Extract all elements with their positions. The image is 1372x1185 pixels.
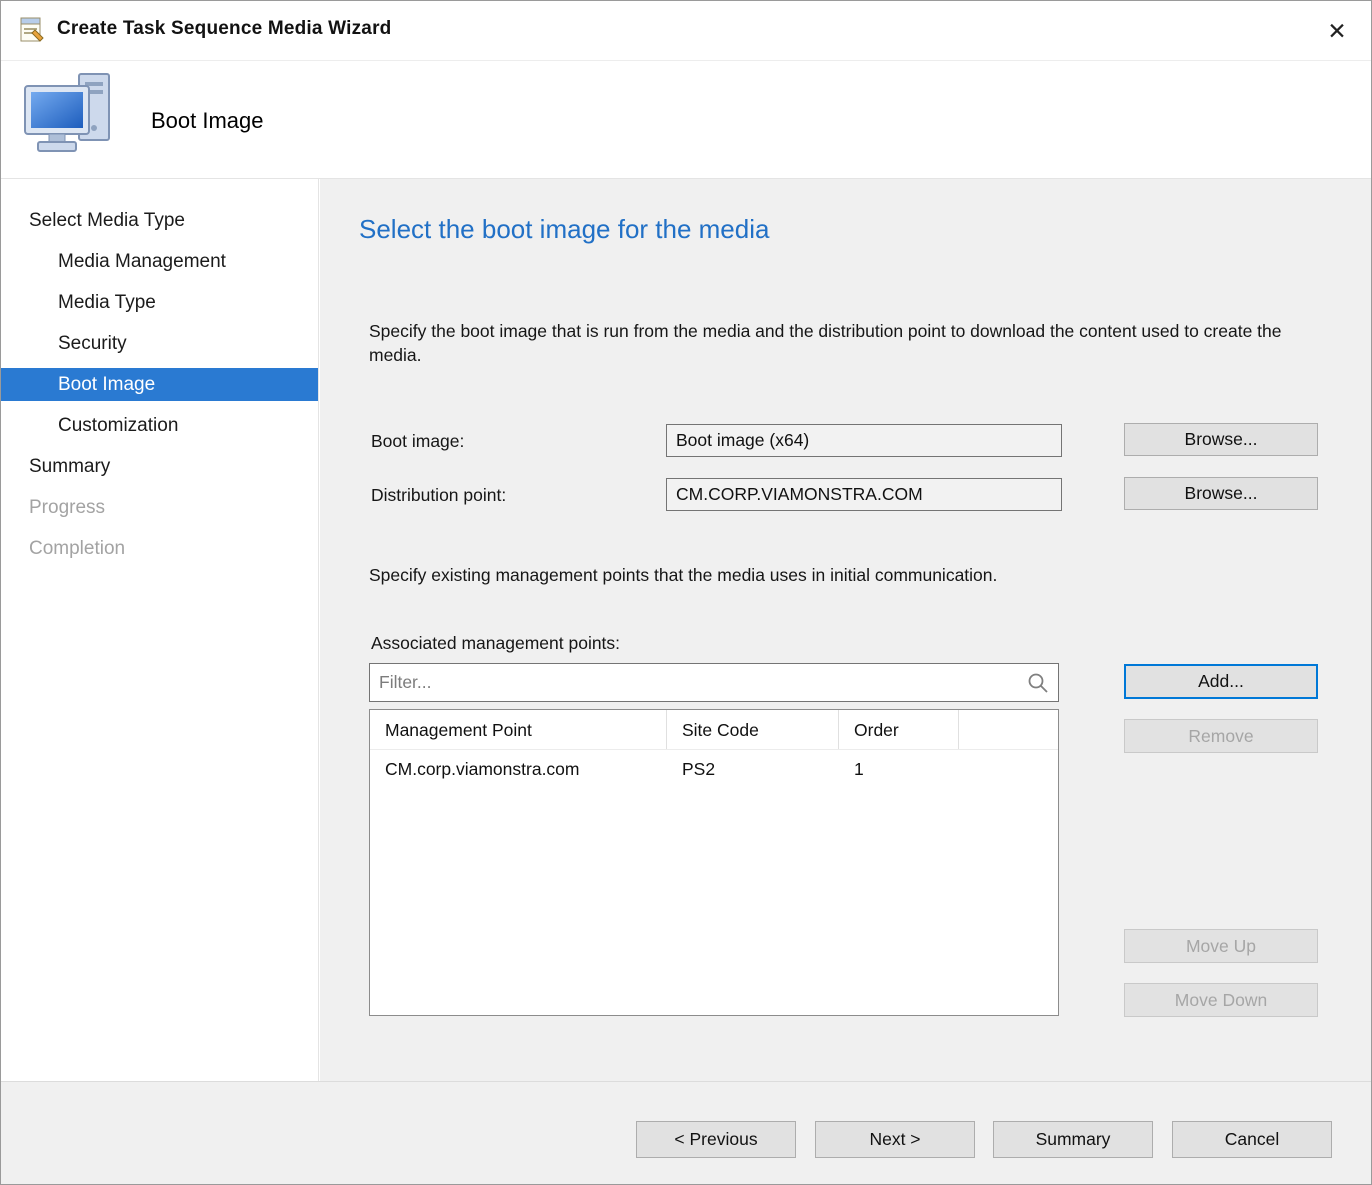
summary-button[interactable]: Summary (993, 1121, 1153, 1158)
nav-summary[interactable]: Summary (1, 446, 318, 487)
column-header-filler (959, 710, 1058, 749)
computer-media-icon (23, 70, 123, 171)
filter-input[interactable] (370, 664, 1058, 701)
boot-image-field[interactable]: Boot image (x64) (666, 424, 1062, 457)
cancel-button[interactable]: Cancel (1172, 1121, 1332, 1158)
column-header-site-code[interactable]: Site Code (667, 710, 839, 749)
page-title: Boot Image (151, 108, 264, 134)
cell-order: 1 (839, 750, 959, 788)
move-down-button: Move Down (1124, 983, 1318, 1017)
remove-button: Remove (1124, 719, 1318, 753)
management-points-text: Specify existing management points that … (369, 563, 1309, 587)
footer-divider (1, 1081, 1371, 1082)
window-title: Create Task Sequence Media Wizard (57, 18, 391, 40)
table-header: Management Point Site Code Order (370, 710, 1058, 750)
browse-boot-image-button[interactable]: Browse... (1124, 423, 1318, 456)
search-icon (1026, 671, 1050, 700)
distribution-point-field[interactable]: CM.CORP.VIAMONSTRA.COM (666, 478, 1062, 511)
content-heading: Select the boot image for the media (359, 214, 769, 245)
browse-distribution-point-button[interactable]: Browse... (1124, 477, 1318, 510)
title-bar: Create Task Sequence Media Wizard ✕ (1, 1, 1371, 61)
wizard-nav: Select Media Type Media Management Media… (1, 179, 319, 1081)
move-up-button: Move Up (1124, 929, 1318, 963)
distribution-point-label: Distribution point: (371, 485, 506, 506)
next-button[interactable]: Next > (815, 1121, 975, 1158)
nav-media-type[interactable]: Media Type (1, 282, 318, 323)
cell-management-point: CM.corp.viamonstra.com (370, 750, 667, 788)
column-header-order[interactable]: Order (839, 710, 959, 749)
wizard-dialog: Create Task Sequence Media Wizard ✕ (0, 0, 1372, 1185)
wizard-icon (18, 16, 46, 44)
associated-management-points-label: Associated management points: (371, 633, 620, 654)
management-points-table[interactable]: Management Point Site Code Order CM.corp… (369, 709, 1059, 1016)
filter-box (369, 663, 1059, 702)
nav-boot-image[interactable]: Boot Image (1, 368, 318, 401)
nav-customization[interactable]: Customization (1, 405, 318, 446)
nav-security[interactable]: Security (1, 323, 318, 364)
nav-progress: Progress (1, 487, 318, 528)
wizard-header: Boot Image (1, 62, 1371, 179)
column-header-management-point[interactable]: Management Point (370, 710, 667, 749)
add-button[interactable]: Add... (1124, 664, 1318, 699)
previous-button[interactable]: < Previous (636, 1121, 796, 1158)
intro-text: Specify the boot image that is run from … (369, 319, 1297, 367)
nav-select-media-type[interactable]: Select Media Type (1, 200, 318, 241)
table-row[interactable]: CM.corp.viamonstra.com PS2 1 (370, 750, 1058, 788)
boot-image-label: Boot image: (371, 431, 464, 452)
nav-completion: Completion (1, 528, 318, 569)
nav-media-management[interactable]: Media Management (1, 241, 318, 282)
close-button[interactable]: ✕ (1317, 11, 1357, 51)
cell-site-code: PS2 (667, 750, 839, 788)
